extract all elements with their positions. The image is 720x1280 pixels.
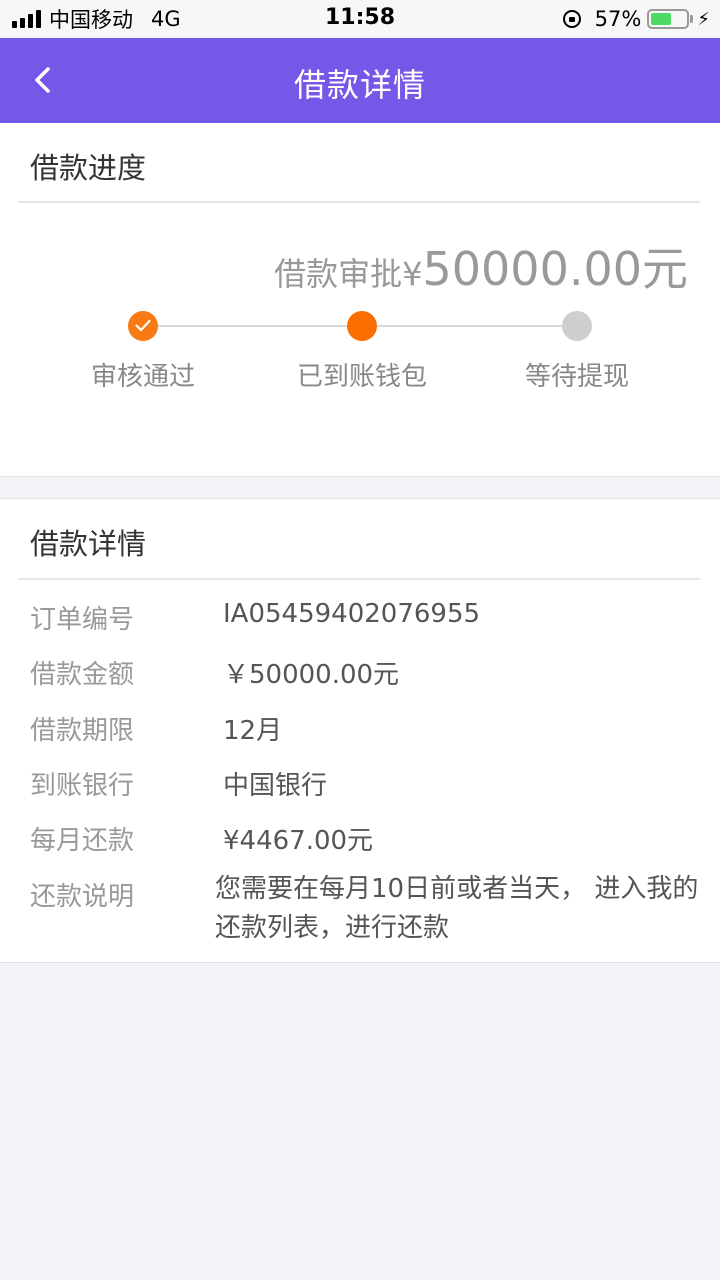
battery-cap — [690, 15, 694, 23]
loan-detail-card: 借款详情 订单编号 IA05459402076955 借款金额 ￥50000.0… — [0, 498, 720, 963]
progress-steps: 审核通过 已到账钱包 等待提现 — [0, 309, 720, 399]
monthly-payment-value: ¥4467.00元 — [223, 826, 374, 856]
approved-amount: 借款审批¥50000.00元 — [274, 233, 688, 299]
step-label-approved: 审核通过 — [90, 362, 195, 392]
loan-term-label: 借款期限 — [30, 716, 135, 746]
approved-amount-label: 借款审批¥ — [274, 255, 423, 293]
status-right: 57% ⚡ — [562, 6, 710, 32]
step-connector — [377, 325, 563, 327]
repayment-note-label: 还款说明 — [30, 882, 135, 912]
step-current-dot — [347, 311, 377, 341]
charging-icon: ⚡ — [697, 8, 710, 30]
loan-progress-card: 借款进度 借款审批¥50000.00元 审核通过 已到账钱包 等待提现 — [0, 123, 720, 477]
order-number-label: 订单编号 — [30, 605, 135, 635]
step-done-check-icon — [128, 311, 158, 341]
monthly-payment-label: 每月还款 — [30, 826, 135, 856]
bank-label: 到账银行 — [30, 771, 135, 801]
progress-section-title: 借款进度 — [30, 151, 147, 185]
battery-fill — [651, 13, 671, 25]
divider — [18, 578, 700, 580]
loan-term-value: 12月 — [223, 716, 283, 746]
page-title: 借款详情 — [293, 66, 426, 104]
step-label-credited: 已到账钱包 — [296, 362, 427, 392]
battery-icon — [647, 9, 690, 29]
divider — [18, 201, 700, 203]
status-bar: 中国移动 4G 11:58 57% ⚡ — [0, 0, 720, 38]
battery-percent: 57% — [594, 7, 642, 31]
rotation-lock-icon — [562, 10, 581, 28]
order-number-value: IA05459402076955 — [223, 599, 481, 629]
step-pending-dot — [562, 311, 592, 341]
detail-section-title: 借款详情 — [30, 527, 147, 561]
step-label-withdraw: 等待提现 — [524, 362, 629, 392]
step-connector — [158, 325, 348, 327]
loan-amount-label: 借款金额 — [30, 660, 135, 690]
repayment-note-value: 您需要在每月10日前或者当天， 进入我的还款列表，进行还款 — [215, 874, 699, 943]
nav-bar: 借款详情 — [0, 38, 720, 123]
loan-amount-value: ￥50000.00元 — [223, 660, 400, 690]
bank-value: 中国银行 — [223, 771, 328, 801]
approved-amount-value: 50000.00元 — [422, 242, 689, 296]
